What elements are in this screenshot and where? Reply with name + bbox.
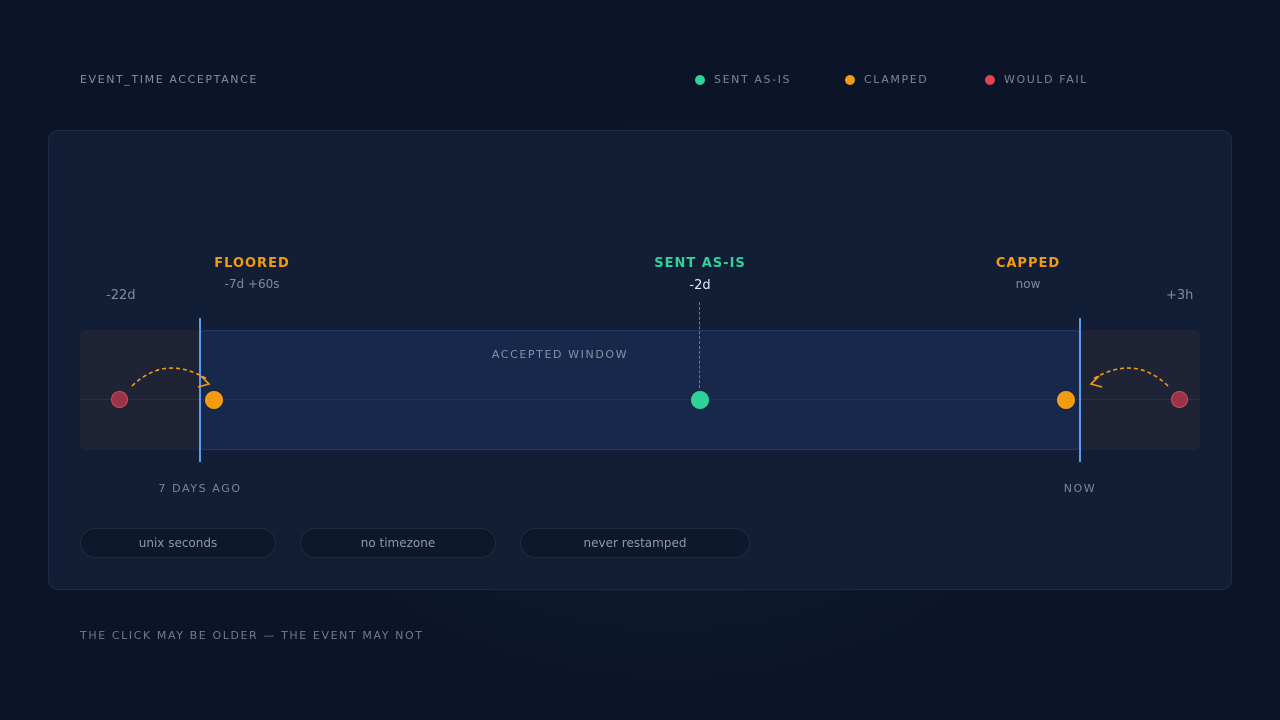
- upper-bound-label: NOW: [1063, 482, 1097, 495]
- floor-arrow-icon: [131, 367, 211, 388]
- pill-no-timezone: no timezone: [300, 528, 496, 558]
- fail-dot-right: [1171, 391, 1188, 408]
- capped-dot: [1057, 391, 1075, 409]
- footer-caption: THE CLICK MAY BE OLDER — THE EVENT MAY N…: [80, 629, 424, 642]
- pill-unix-seconds: unix seconds: [80, 528, 276, 558]
- cap-arrow-icon: [1089, 367, 1169, 388]
- floored-dot: [205, 391, 223, 409]
- fail-dot-left: [111, 391, 128, 408]
- lower-bound-label: 7 DAYS AGO: [158, 482, 242, 495]
- pill-never-restamped: never restamped: [520, 528, 750, 558]
- clamp-arrows: [131, 367, 1169, 388]
- sent-dot: [691, 391, 709, 409]
